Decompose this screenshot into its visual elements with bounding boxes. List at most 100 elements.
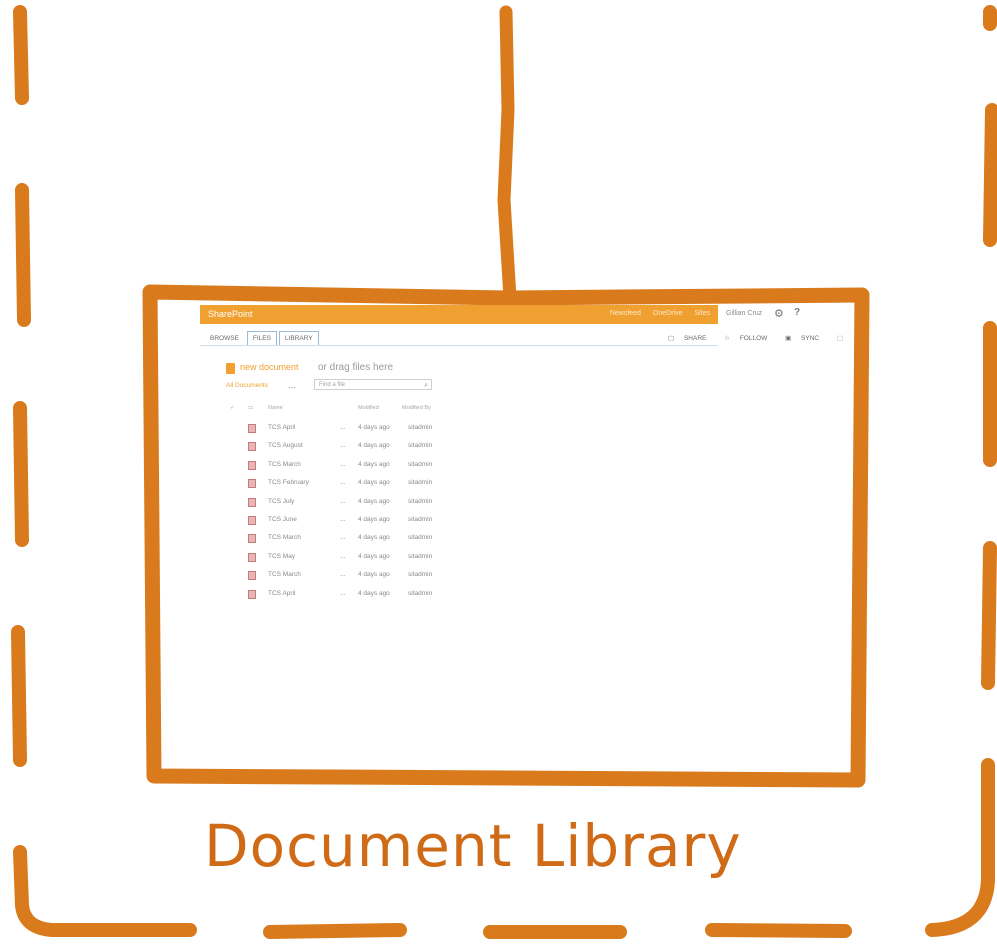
table-row[interactable]: TCS February... 4 days ago sitadmin	[248, 478, 468, 492]
file-menu-button[interactable]: ...	[340, 479, 345, 486]
column-modified-by[interactable]: Modified By	[402, 405, 431, 411]
pdf-file-icon	[248, 571, 256, 581]
pdf-file-icon	[248, 552, 256, 562]
file-modified: 4 days ago	[358, 589, 390, 597]
pdf-file-icon	[248, 516, 256, 525]
suite-link-newsfeed[interactable]: Newsfeed	[610, 310, 641, 317]
file-name[interactable]: TCS March	[268, 534, 301, 541]
suite-link-sites[interactable]: Sites	[694, 310, 710, 317]
view-more-button[interactable]: ...	[288, 380, 296, 390]
file-modified-by[interactable]: sitadmin	[408, 498, 432, 505]
share-label: SHARE	[683, 335, 707, 342]
suite-brand[interactable]: SharePoint	[208, 309, 253, 319]
file-menu-button[interactable]: ...	[340, 553, 345, 560]
pdf-file-icon	[248, 479, 256, 489]
pdf-file-icon	[248, 589, 256, 599]
pdf-file-icon	[248, 534, 256, 544]
ribbon-divider	[200, 345, 718, 346]
connector-line	[497, 5, 517, 305]
file-modified: 4 days ago	[358, 571, 390, 579]
diagram-caption: Document Library	[204, 812, 742, 880]
file-menu-button[interactable]: ...	[340, 442, 345, 449]
file-modified-by[interactable]: sitadmin	[408, 534, 432, 541]
focus-icon[interactable]: ⬚	[837, 335, 843, 342]
pdf-file-icon	[248, 497, 256, 507]
file-name[interactable]: TCS March	[268, 571, 301, 578]
follow-button[interactable]: ☆ FOLLOW	[724, 335, 775, 342]
file-name[interactable]: TCS February	[268, 479, 309, 486]
file-modified: 4 days ago	[358, 552, 390, 560]
document-library-screenshot: SharePoint Newsfeed OneDrive Sites Gilli…	[200, 305, 843, 605]
file-modified-by[interactable]: sitadmin	[408, 461, 432, 468]
follow-label: FOLLOW	[739, 335, 768, 342]
file-modified-by[interactable]: sitadmin	[408, 590, 432, 597]
file-modified: 4 days ago	[358, 479, 390, 487]
file-modified: 4 days ago	[358, 442, 390, 450]
file-name[interactable]: TCS April	[268, 424, 295, 431]
search-placeholder: Find a file	[319, 382, 346, 388]
table-row[interactable]: TCS April... 4 days ago sitadmin	[248, 423, 468, 437]
user-name[interactable]: Gillian Cruz	[726, 310, 762, 317]
file-menu-button[interactable]: ...	[340, 498, 345, 505]
table-row[interactable]: TCS March... 4 days ago sitadmin	[248, 460, 468, 474]
file-name[interactable]: TCS March	[268, 461, 301, 468]
file-menu-button[interactable]: ...	[340, 590, 345, 597]
table-row[interactable]: TCS March... 4 days ago sitadmin	[248, 570, 468, 584]
file-name[interactable]: TCS June	[268, 516, 297, 523]
tab-browse[interactable]: BROWSE	[204, 331, 245, 346]
new-document-icon[interactable]	[226, 363, 235, 374]
sync-label: SYNC	[801, 335, 820, 342]
share-icon: ▢	[668, 335, 676, 342]
file-type-icon: ▭	[248, 405, 254, 411]
table-row[interactable]: TCS August... 4 days ago sitadmin	[248, 441, 468, 455]
pdf-file-icon	[248, 460, 256, 470]
search-input[interactable]: Find a file ⌕	[314, 379, 432, 390]
file-modified-by[interactable]: sitadmin	[408, 424, 432, 431]
sync-button[interactable]: ▣ SYNC	[785, 335, 827, 342]
table-row[interactable]: TCS March... 4 days ago sitadmin	[248, 533, 468, 547]
file-modified-by[interactable]: sitadmin	[408, 516, 432, 523]
table-row[interactable]: TCS May... 4 days ago sitadmin	[248, 552, 468, 566]
table-row[interactable]: TCS June... 4 days ago sitadmin	[248, 515, 468, 529]
file-modified: 4 days ago	[358, 460, 390, 468]
table-row[interactable]: TCS July... 4 days ago sitadmin	[248, 497, 468, 511]
file-modified-by[interactable]: sitadmin	[408, 442, 432, 449]
file-modified: 4 days ago	[358, 516, 390, 523]
gear-icon[interactable]: ⚙	[774, 307, 784, 320]
file-name[interactable]: TCS May	[268, 553, 295, 560]
file-modified-by[interactable]: sitadmin	[408, 571, 432, 578]
tab-library[interactable]: LIBRARY	[278, 331, 319, 346]
file-menu-button[interactable]: ...	[340, 461, 345, 468]
suite-link-onedrive[interactable]: OneDrive	[653, 310, 683, 317]
new-document-link[interactable]: new document	[240, 362, 299, 372]
help-icon[interactable]: ?	[794, 307, 800, 318]
drag-files-hint: or drag files here	[318, 362, 394, 373]
file-name[interactable]: TCS April	[268, 590, 295, 597]
file-modified-by[interactable]: sitadmin	[408, 479, 432, 486]
select-all-checkbox[interactable]: ✓	[230, 405, 235, 411]
ribbon-tabs: BROWSE FILES LIBRARY	[204, 331, 321, 346]
file-menu-button[interactable]: ...	[340, 516, 345, 523]
file-menu-button[interactable]: ...	[340, 571, 345, 578]
file-menu-button[interactable]: ...	[340, 424, 345, 431]
file-menu-button[interactable]: ...	[340, 534, 345, 541]
file-name[interactable]: TCS August	[268, 442, 303, 449]
sync-icon: ▣	[785, 335, 794, 342]
file-modified: 4 days ago	[358, 534, 390, 542]
tab-files[interactable]: FILES	[246, 331, 277, 346]
pdf-file-icon	[248, 442, 256, 452]
star-icon: ☆	[724, 335, 732, 342]
file-modified-by[interactable]: sitadmin	[408, 553, 432, 560]
search-icon[interactable]: ⌕	[424, 380, 428, 391]
view-selector[interactable]: All Documents	[226, 382, 268, 389]
file-modified: 4 days ago	[358, 424, 390, 431]
column-name[interactable]: Name	[268, 405, 283, 411]
ribbon-actions: ▢ SHARE ☆ FOLLOW ▣ SYNC ⬚	[668, 334, 851, 342]
column-modified[interactable]: Modified	[358, 405, 379, 411]
suite-bar: SharePoint Newsfeed OneDrive Sites	[200, 305, 718, 324]
share-button[interactable]: ▢ SHARE	[668, 335, 714, 342]
table-row[interactable]: TCS April... 4 days ago sitadmin	[248, 589, 468, 603]
file-name[interactable]: TCS July	[268, 498, 294, 505]
file-modified: 4 days ago	[358, 497, 390, 505]
column-headers: ✓ ▭ Name Modified Modified By	[230, 405, 460, 415]
